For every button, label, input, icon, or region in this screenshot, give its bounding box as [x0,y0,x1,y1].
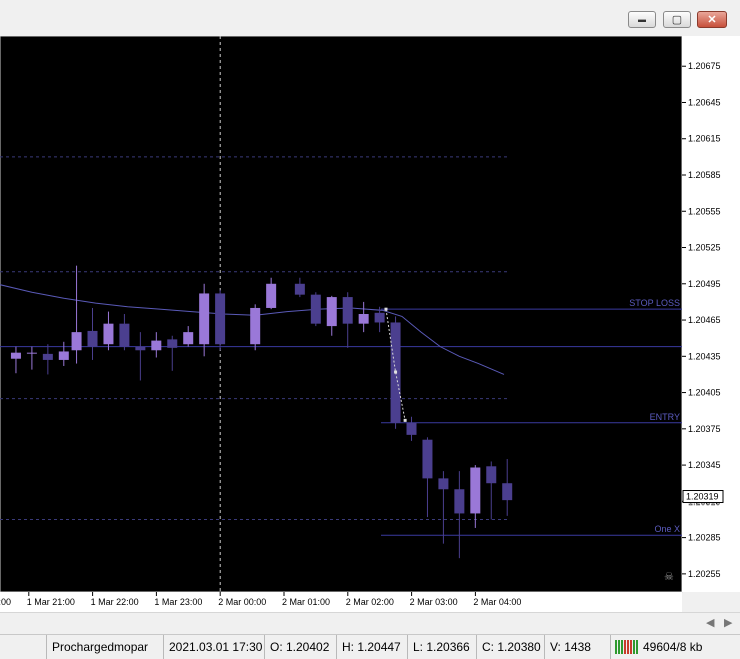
candle-body-3 [42,353,53,360]
candle-body-24 [406,422,417,435]
close-icon: ✕ [707,14,717,26]
candle-body-6 [87,330,98,347]
candle-body-11 [167,339,178,348]
status-traffic: 49604/8 kb [643,640,703,654]
candle-body-12 [183,332,194,345]
candle-body-4 [58,351,69,360]
price-tick-label-11: 1.20345 [688,460,721,470]
time-tick-label-5: 2 Mar 01:00 [282,597,330,607]
price-tick-label-8: 1.20435 [688,351,721,361]
scroll-left-icon[interactable]: ◀ [706,616,714,629]
time-tick-label-2: 1 Mar 22:00 [91,597,139,607]
trade-point-2 [403,418,407,422]
time-tick-label-0: 1 Mar 20:00 [0,597,11,607]
candle-body-27 [454,489,465,514]
candle-body-22 [374,312,385,323]
candle-body-10 [151,340,162,351]
candle-body-1 [10,352,21,359]
connection-bars-icon [615,640,639,654]
price-tick-label-0: 1.20675 [688,61,721,71]
plot-background[interactable] [0,35,683,593]
candle-body-18 [310,294,321,324]
candle-body-9 [135,346,146,351]
price-tick-label-13: 1.20285 [688,533,721,543]
level-label-2: One X [654,524,680,534]
status-connection: 49604/8 kb [610,635,740,659]
maximize-icon: ▢ [671,14,683,26]
price-tick-label-5: 1.20525 [688,243,721,253]
candle-body-28 [470,467,481,514]
minimize-icon: ▬ [638,15,646,24]
minimize-button[interactable]: ▬ [628,11,656,28]
time-tick-label-7: 2 Mar 03:00 [410,597,458,607]
expert-advisor-icon[interactable]: ☠ [664,571,674,583]
time-tick-label-6: 2 Mar 02:00 [346,597,394,607]
trade-point-1 [394,370,398,374]
candle-body-19 [326,297,337,327]
candle-body-5 [71,332,82,351]
price-axis [682,36,740,592]
price-tick-label-10: 1.20375 [688,424,721,434]
status-volume: V: 1438 [544,635,610,659]
candle-body-29 [486,466,497,484]
status-low: L: 1.20366 [407,635,476,659]
status-bar: Prochargedmopar 2021.03.01 17:30 O: 1.20… [0,634,740,659]
candle-body-2 [26,352,37,354]
price-tick-label-7: 1.20465 [688,315,721,325]
time-tick-label-4: 2 Mar 00:00 [218,597,266,607]
price-tick-label-14: 1.20255 [688,569,721,579]
horizontal-scrollbar[interactable]: ◀ ▶ [0,612,740,633]
candle-body-16 [266,283,277,308]
status-high: H: 1.20447 [336,635,407,659]
price-tick-label-6: 1.20495 [688,279,721,289]
candle-body-25 [422,439,433,479]
candle-body-14 [215,293,226,345]
time-tick-label-3: 1 Mar 23:00 [154,597,202,607]
price-chart[interactable]: STOP LOSS ENTRY One X 1.20675 1.20645 1.20615… [0,35,740,612]
time-tick-label-1: 1 Mar 21:00 [27,597,75,607]
scroll-right-icon[interactable]: ▶ [724,616,732,629]
window-titlebar: ▬ ▢ ✕ [0,0,740,36]
status-datetime: 2021.03.01 17:30 [163,635,264,659]
chart-window[interactable]: STOP LOSS ENTRY One X 1.20675 1.20645 1.20615… [0,35,740,612]
candle-body-30 [502,483,513,501]
current-price-label: 1.20319 [686,492,719,502]
status-open: O: 1.20402 [264,635,336,659]
candle-body-21 [358,314,369,324]
time-tick-label-8: 2 Mar 04:00 [473,597,521,607]
status-close: C: 1.20380 [476,635,544,659]
price-tick-label-3: 1.20585 [688,170,721,180]
level-label-1: ENTRY [650,412,680,422]
candle-body-20 [342,297,353,324]
price-tick-label-1: 1.20645 [688,97,721,107]
price-tick-label-4: 1.20555 [688,206,721,216]
close-button[interactable]: ✕ [697,11,727,28]
candle-body-17 [294,283,305,295]
price-tick-label-2: 1.20615 [688,134,721,144]
candle-body-7 [103,323,114,345]
price-tick-label-9: 1.20405 [688,388,721,398]
maximize-button[interactable]: ▢ [663,11,691,28]
candle-body-15 [250,307,261,345]
level-label-0: STOP LOSS [629,298,680,308]
status-profile: Prochargedmopar [46,635,163,659]
trade-point-0 [384,307,388,311]
candle-body-8 [119,323,130,347]
candle-body-26 [438,478,449,490]
candle-body-13 [199,293,210,345]
